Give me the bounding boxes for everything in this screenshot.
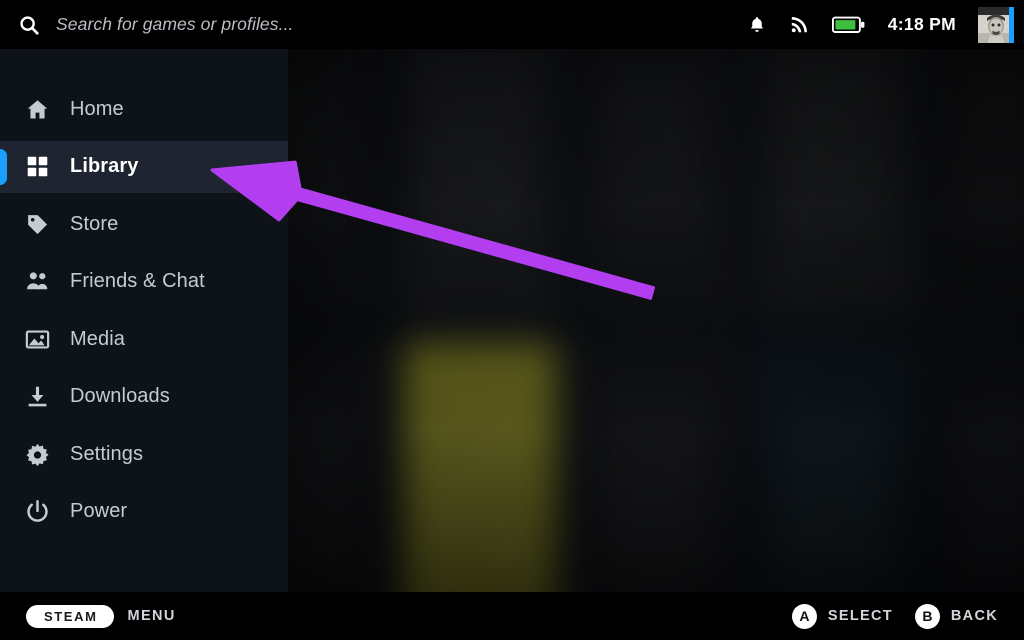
tag-icon — [24, 211, 50, 237]
b-button-icon[interactable]: B — [914, 603, 940, 629]
top-status-bar: Search for games or profiles... 4:18 PM — [0, 0, 1024, 49]
sidebar-item-label: Settings — [70, 442, 144, 465]
blurred-game-card — [937, 49, 1024, 315]
blurred-game-card — [288, 49, 379, 315]
blurred-game-grid — [288, 49, 1024, 592]
sidebar-item-label: Downloads — [70, 385, 170, 407]
blurred-game-card — [758, 49, 915, 315]
sidebar-item-label: Power — [70, 500, 128, 522]
image-icon — [24, 326, 50, 352]
sidebar-item-label: Friends & Chat — [70, 270, 205, 292]
bottom-left-group: STEAM MENU — [26, 604, 176, 628]
status-icons: 4:18 PM — [747, 0, 1024, 49]
bell-icon[interactable] — [747, 15, 767, 35]
battery-icon[interactable] — [831, 16, 866, 34]
sidebar-item-label: Store — [70, 212, 119, 235]
active-accent-bar — [0, 148, 7, 185]
hint-label: BACK — [950, 608, 998, 624]
steam-button[interactable]: STEAM — [26, 604, 114, 628]
hint-label: SELECT — [827, 608, 893, 624]
sidebar-item-downloads[interactable]: Downloads — [0, 371, 288, 423]
friends-icon — [24, 269, 50, 295]
blurred-game-card — [937, 341, 1024, 592]
blurred-game-card — [401, 49, 558, 315]
steam-deck-screen: Search for games or profiles... 4:18 PM … — [0, 0, 1024, 640]
clock: 4:18 PM — [887, 14, 956, 34]
blurred-game-card — [580, 49, 736, 315]
blurred-game-card — [401, 341, 558, 592]
blurred-game-card — [758, 341, 915, 592]
sidebar-item-library[interactable]: Library — [0, 140, 288, 193]
sidebar-item-home[interactable]: Home — [0, 83, 288, 135]
a-button-icon[interactable]: A — [791, 603, 817, 629]
sidebar-item-power[interactable]: Power — [0, 486, 288, 538]
sidebar-item-friends-chat[interactable]: Friends & Chat — [0, 256, 288, 308]
blurred-game-card — [288, 341, 379, 592]
sidebar-item-store[interactable]: Store — [0, 198, 288, 250]
sidebar-item-settings[interactable]: Settings — [0, 428, 288, 480]
hint-back: B BACK — [914, 603, 998, 629]
bottom-right-group: A SELECT B BACK — [791, 603, 998, 629]
avatar[interactable] — [978, 6, 1014, 43]
search-input[interactable]: Search for games or profiles... — [56, 14, 294, 35]
hint-select: A SELECT — [791, 603, 893, 629]
library-background — [288, 49, 1024, 592]
sidebar-item-label: Home — [70, 97, 124, 120]
menu-label: MENU — [127, 608, 176, 624]
bottom-hint-bar: STEAM MENU A SELECT B BACK — [0, 592, 1024, 640]
sidebar-item-media[interactable]: Media — [0, 313, 288, 365]
wifi-icon[interactable] — [789, 14, 810, 35]
home-icon — [24, 96, 50, 122]
sidebar-item-label: Media — [70, 327, 125, 350]
grid-icon — [24, 154, 50, 180]
blurred-game-card — [580, 341, 736, 592]
search-icon — [18, 14, 40, 36]
sidebar-item-label: Library — [70, 155, 139, 177]
search-bar[interactable]: Search for games or profiles... — [0, 0, 747, 49]
power-icon — [24, 499, 50, 525]
avatar-status-indicator — [1009, 6, 1014, 43]
sidebar-nav: Home Library Store Friends & Chat Media … — [0, 49, 288, 592]
gear-icon — [24, 441, 50, 467]
download-icon — [24, 384, 50, 410]
